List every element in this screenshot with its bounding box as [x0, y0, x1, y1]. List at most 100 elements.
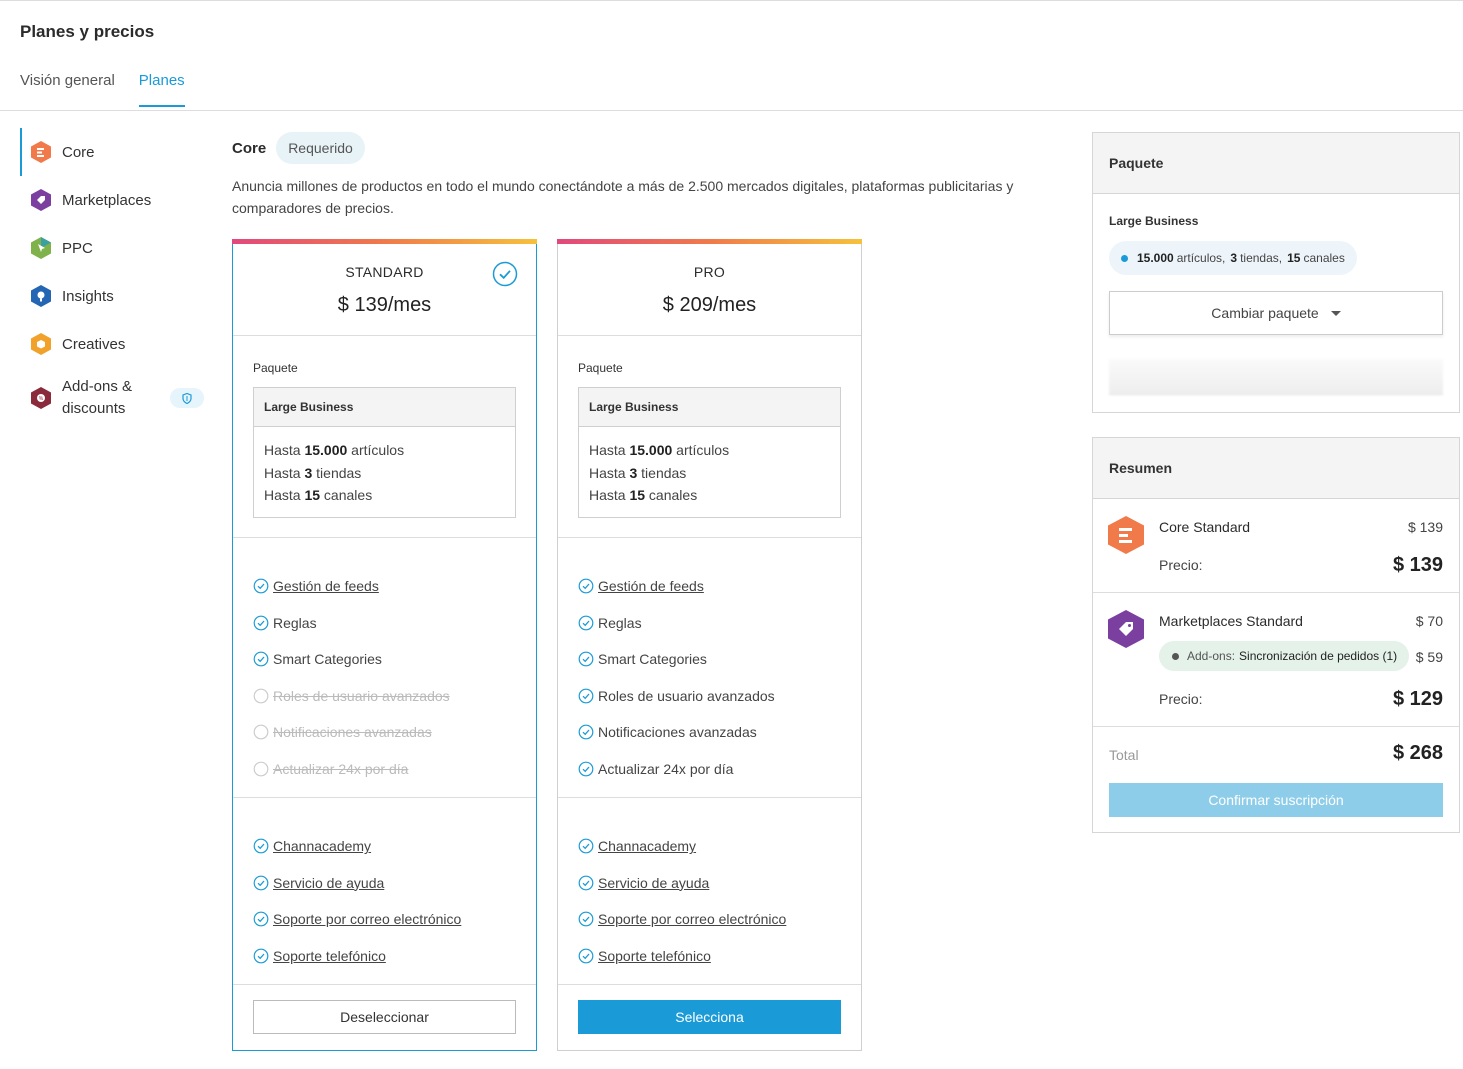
feature-item: Roles de usuario avanzados [578, 678, 841, 715]
support-item[interactable]: Servicio de ayuda [578, 865, 841, 902]
feature-label: Reglas [598, 614, 642, 631]
selected-check-icon [492, 261, 518, 287]
change-package-label: Cambiar paquete [1211, 305, 1319, 321]
limit-line: Hasta 15 canales [589, 484, 830, 507]
summary-item-amount: $ 70 [1415, 613, 1443, 629]
support-link: Servicio de ayuda [598, 874, 710, 891]
sidebar-item-ppc[interactable]: PPC [20, 224, 210, 272]
status-dot [1121, 255, 1128, 262]
support-item[interactable]: Soporte telefónico [253, 938, 516, 975]
tab-plans[interactable]: Planes [138, 72, 185, 107]
change-package-button[interactable]: Cambiar paquete [1109, 291, 1443, 335]
support-item[interactable]: Soporte por correo electrónico [253, 901, 516, 938]
section-header: Core Requerido [232, 132, 365, 164]
sidebar-item-addons[interactable]: % Add-ons & discounts [20, 368, 210, 428]
package-label: Paquete [253, 361, 298, 375]
required-pill: Requerido [276, 132, 365, 164]
addon-chip: Add-ons: Sincronización de pedidos (1) [1159, 641, 1410, 671]
support-item[interactable]: Servicio de ayuda [253, 865, 516, 902]
package-panel: Paquete Large Business 15.000 artículos, … [1092, 132, 1460, 413]
plan-card-standard[interactable]: STANDARD $ 139/mes Paquete Large Business Ha… [232, 239, 537, 1051]
support-link: Channacademy [598, 838, 697, 855]
feature-label: Smart Categories [598, 651, 707, 668]
limit-unit: artículos [347, 442, 405, 458]
addon-amount: $ 59 [1415, 649, 1443, 665]
limit-line: Hasta 15.000 artículos [589, 439, 830, 462]
tab-overview[interactable]: Visión general [20, 72, 115, 107]
summary-title: Resumen [1093, 438, 1459, 499]
summary-row-core: Core Standard $ 139 Precio: $ 139 [1093, 499, 1459, 593]
select-button[interactable]: Selecciona [578, 1000, 841, 1034]
package-label: Paquete [578, 361, 623, 375]
limit-unit: artículos [672, 442, 730, 458]
product-sidebar: Core Marketplaces PPC Insights Creatives… [20, 128, 210, 428]
svg-text:%: % [39, 396, 44, 402]
sidebar-item-insights[interactable]: Insights [20, 272, 210, 320]
package-name: Large Business [1109, 214, 1199, 228]
top-border [0, 0, 1463, 2]
plan-card-pro[interactable]: PRO $ 209/mes Paquete Large Business Hasta 1… [557, 239, 862, 1051]
deselect-button[interactable]: Deseleccionar [253, 1000, 516, 1034]
package-limits-chip: 15.000 artículos, 3 tiendas, 15 canales [1109, 241, 1357, 275]
summary-price-label: Precio: [1159, 691, 1203, 707]
shield-icon [182, 392, 192, 404]
feature-label: Roles de usuario avanzados [273, 687, 450, 704]
sidebar-item-creatives[interactable]: Creatives [20, 320, 210, 368]
plan-header: STANDARD $ 139/mes [233, 244, 536, 336]
support-link: Soporte por correo electrónico [273, 911, 462, 928]
plan-price: $ 139/mes [337, 294, 432, 316]
check-circle-icon [253, 651, 273, 667]
sidebar-item-marketplaces[interactable]: Marketplaces [20, 176, 210, 224]
addon-label: Add-ons: [1187, 649, 1236, 663]
limit-line: Hasta 3 tiendas [264, 462, 505, 485]
package-box: Large Business Hasta 15.000 artículos Hast… [578, 387, 841, 518]
support-item[interactable]: Channacademy [578, 828, 841, 865]
check-circle-icon [578, 724, 598, 740]
support-item[interactable]: Soporte por correo electrónico [578, 901, 841, 938]
feature-label: Actualizar 24x por día [273, 760, 409, 777]
check-circle-icon [253, 615, 273, 631]
check-circle-icon [578, 761, 598, 777]
check-circle-icon [578, 688, 598, 704]
package-panel-title: Paquete [1093, 133, 1459, 194]
check-circle-icon [253, 838, 273, 854]
plan-features: Gestión de feeds Reglas Smart Categories Ro… [233, 538, 536, 798]
package-box: Large Business Hasta 15.000 artículos Hast… [253, 387, 516, 518]
ppc-icon [31, 237, 51, 259]
feature-item: Reglas [253, 605, 516, 642]
feature-item[interactable]: Gestión de feeds [253, 568, 516, 605]
check-circle-icon [578, 948, 598, 964]
confirm-subscription-button[interactable]: Confirmar suscripción [1109, 783, 1443, 817]
plan-name: PRO [693, 264, 726, 280]
sidebar-item-label: PPC [62, 239, 93, 257]
summary-item-name: Marketplaces Standard [1159, 613, 1303, 629]
plan-price: $ 209/mes [662, 294, 757, 316]
discount-badge [170, 388, 204, 408]
check-circle-icon [578, 875, 598, 891]
sidebar-item-label: Add-ons & discounts [62, 378, 133, 417]
plan-package-section: Paquete Large Business Hasta 15.000 artícu… [558, 336, 861, 538]
support-item[interactable]: Channacademy [253, 828, 516, 865]
summary-price-value: $ 139 [1392, 554, 1443, 576]
section-label: Core [232, 139, 267, 157]
sidebar-item-core[interactable]: Core [20, 128, 210, 176]
feature-item[interactable]: Gestión de feeds [578, 568, 841, 605]
limit-unit: tiendas [637, 464, 687, 481]
feature-label: Actualizar 24x por día [598, 760, 734, 777]
limit-prefix: Hasta [589, 487, 630, 503]
support-item[interactable]: Soporte telefónico [578, 938, 841, 975]
sidebar-item-label: Core [62, 143, 95, 161]
feature-label: Gestión de feeds [273, 578, 379, 595]
blurred-placeholder [1109, 359, 1443, 395]
chip-stores-count: 3 [1230, 251, 1238, 265]
feature-label: Smart Categories [273, 651, 382, 668]
marketplaces-icon [1108, 610, 1144, 648]
check-circle-icon [578, 651, 598, 667]
chip-articles-word: artículos, [1176, 251, 1226, 265]
tab-bar: Visión general Planes [20, 72, 185, 107]
check-circle-icon [253, 875, 273, 891]
summary-row-marketplaces: Marketplaces Standard $ 70 Add-ons: Sinc… [1093, 593, 1459, 727]
limit-line: Hasta 15.000 artículos [264, 439, 505, 462]
check-circle-icon [578, 838, 598, 854]
limit-line: Hasta 15 canales [264, 484, 505, 507]
